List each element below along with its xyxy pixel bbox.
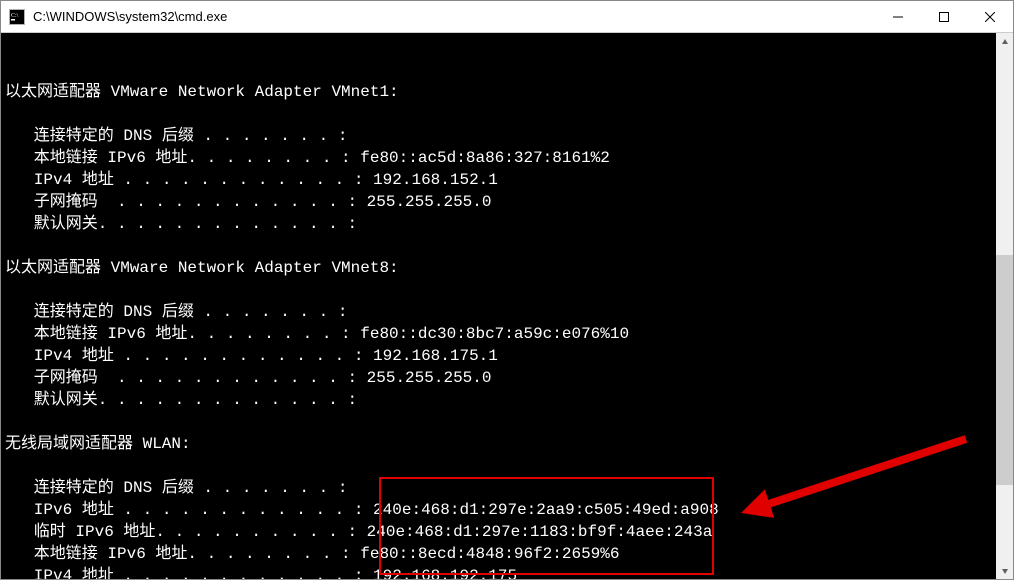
terminal-line: IPv4 地址 . . . . . . . . . . . . : 192.16… [5,169,1011,191]
scroll-track[interactable] [996,50,1013,562]
terminal-line: 以太网适配器 VMware Network Adapter VMnet1: [5,81,1011,103]
terminal-line: 子网掩码 . . . . . . . . . . . . : 255.255.2… [5,367,1011,389]
terminal-line: 本地链接 IPv6 地址. . . . . . . . : fe80::8ecd… [5,543,1011,565]
terminal-line: 子网掩码 . . . . . . . . . . . . : 255.255.2… [5,191,1011,213]
vertical-scrollbar[interactable] [996,33,1013,579]
scroll-thumb[interactable] [996,255,1013,485]
window-title: C:\WINDOWS\system32\cmd.exe [33,9,875,24]
terminal-line [5,279,1011,301]
scroll-down-button[interactable] [996,562,1013,579]
terminal-line: 连接特定的 DNS 后缀 . . . . . . . : [5,301,1011,323]
minimize-button[interactable] [875,1,921,32]
terminal-line [5,103,1011,125]
terminal-line: 本地链接 IPv6 地址. . . . . . . . : fe80::dc30… [5,323,1011,345]
titlebar[interactable]: C:\ C:\WINDOWS\system32\cmd.exe [1,1,1013,33]
terminal-line: 以太网适配器 VMware Network Adapter VMnet8: [5,257,1011,279]
cmd-icon: C:\ [9,9,25,25]
terminal-line [5,411,1011,433]
terminal-line: 临时 IPv6 地址. . . . . . . . . . : 240e:468… [5,521,1011,543]
terminal-line: IPv6 地址 . . . . . . . . . . . . : 240e:4… [5,499,1011,521]
terminal-line [5,235,1011,257]
terminal-line: 默认网关. . . . . . . . . . . . . : [5,389,1011,411]
terminal-line: IPv4 地址 . . . . . . . . . . . . : 192.16… [5,565,1011,579]
terminal-line: 连接特定的 DNS 后缀 . . . . . . . : [5,125,1011,147]
terminal-line: 默认网关. . . . . . . . . . . . . : [5,213,1011,235]
cmd-window: C:\ C:\WINDOWS\system32\cmd.exe 以太网适配器 V… [0,0,1014,580]
svg-text:C:\: C:\ [11,13,19,19]
maximize-button[interactable] [921,1,967,32]
terminal-line [5,455,1011,477]
scroll-up-button[interactable] [996,33,1013,50]
terminal-line: 无线局域网适配器 WLAN: [5,433,1011,455]
close-button[interactable] [967,1,1013,32]
terminal-line: 本地链接 IPv6 地址. . . . . . . . : fe80::ac5d… [5,147,1011,169]
terminal-line: IPv4 地址 . . . . . . . . . . . . : 192.16… [5,345,1011,367]
window-controls [875,1,1013,32]
terminal-output[interactable]: 以太网适配器 VMware Network Adapter VMnet1: 连接… [1,33,1013,579]
terminal-line: 连接特定的 DNS 后缀 . . . . . . . : [5,477,1011,499]
